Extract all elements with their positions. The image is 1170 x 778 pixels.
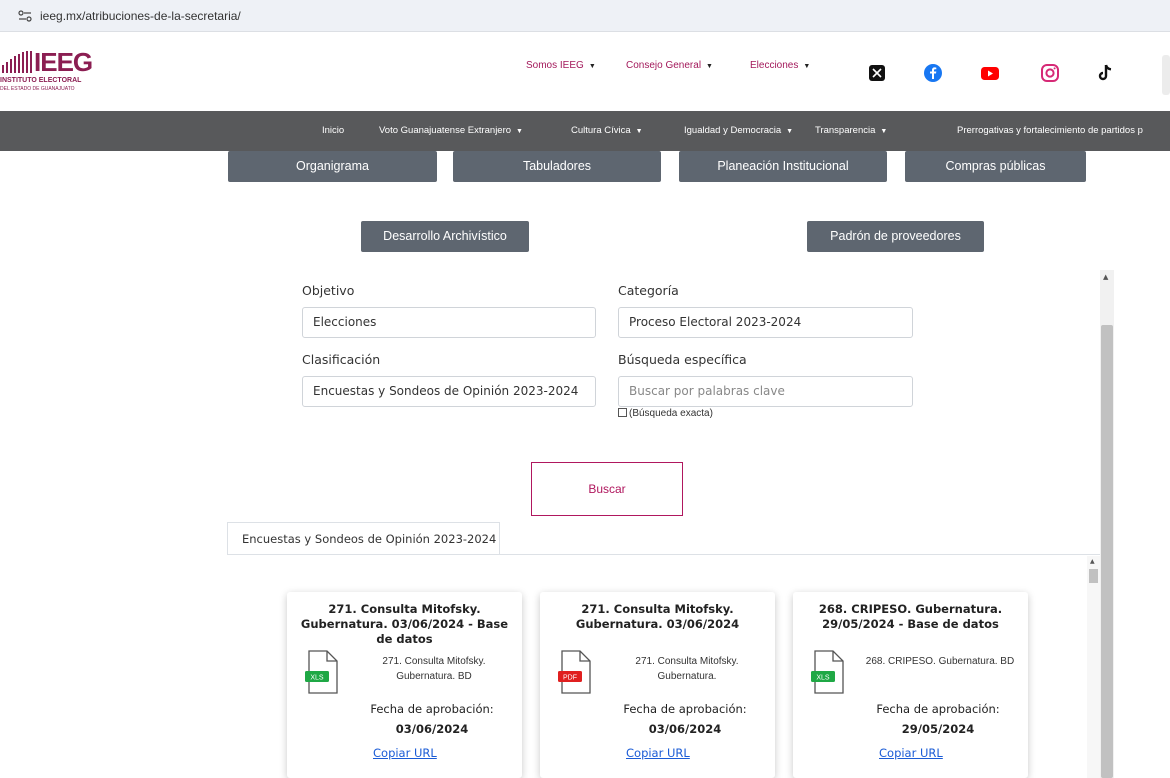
approval-label: Fecha de aprobación: (876, 702, 1000, 716)
approval-label: Fecha de aprobación: (623, 702, 747, 716)
approval-date: 03/06/2024 (648, 722, 722, 736)
scrollbar-thumb[interactable] (1089, 569, 1098, 583)
browser-address-bar[interactable]: ieeg.mx/atribuciones-de-la-secretaria/ (0, 0, 1170, 32)
topnav-somos-ieeg[interactable]: Somos IEEG ▼ (526, 60, 596, 71)
youtube-icon[interactable] (980, 63, 1000, 83)
url-text[interactable]: ieeg.mx/atribuciones-de-la-secretaria/ (40, 9, 241, 23)
nav-item-igualdad[interactable]: Igualdad y Democracia ▼ (684, 125, 793, 136)
keyword-search-input[interactable]: Buscar por palabras clave (618, 376, 913, 407)
scroll-up-icon[interactable]: ▲ (1103, 273, 1108, 281)
caret-down-icon: ▼ (635, 128, 643, 135)
nav-item-inicio[interactable]: Inicio (322, 125, 344, 136)
organigrama-button[interactable]: Organigrama (228, 151, 437, 182)
x-icon[interactable] (867, 63, 887, 83)
approval-date: 03/06/2024 (395, 722, 469, 736)
file-name: 271. Consulta Mitofsky. Gubernatura. (635, 656, 739, 682)
nav-label: Prerrogativas y fortalecimiento de parti… (957, 125, 1143, 136)
copy-url-link[interactable]: Copiar URL (373, 746, 437, 760)
topnav-consejo-general[interactable]: Consejo General ▼ (626, 60, 713, 71)
header-edge (1162, 55, 1170, 95)
copy-url-link[interactable]: Copiar URL (626, 746, 690, 760)
objetivo-label: Objetivo (302, 283, 355, 298)
nav-label: Inicio (322, 125, 345, 136)
clasificacion-select[interactable]: Encuestas y Sondeos de Opinión 2023-2024 (302, 376, 596, 407)
caret-down-icon: ▼ (588, 63, 596, 70)
instagram-icon[interactable] (1040, 63, 1060, 83)
desarrollo-archivistico-button[interactable]: Desarrollo Archivístico (361, 221, 529, 252)
topnav-label: Consejo General (626, 60, 702, 71)
compras-publicas-button[interactable]: Compras públicas (905, 151, 1086, 182)
result-card: 271. Consulta Mitofsky. Gubernatura. 03/… (287, 592, 522, 778)
nav-label: Transparencia (815, 125, 876, 136)
main-nav: Inicio Voto Guanajuatense Extranjero ▼ Cu… (0, 111, 1170, 151)
card-title: 271. Consulta Mitofsky. Gubernatura. 03/… (575, 602, 740, 631)
approval-label: Fecha de aprobación: (370, 702, 494, 716)
objetivo-select[interactable]: Elecciones (302, 307, 596, 338)
tab-divider (227, 554, 1100, 555)
exact-search-option[interactable]: (Búsqueda exacta) (618, 408, 713, 419)
file-type-label: XLS (816, 675, 830, 682)
nav-item-voto-extranjero[interactable]: Voto Guanajuatense Extranjero ▼ (379, 125, 523, 136)
file-name: 271. Consulta Mitofsky. Gubernatura. BD (382, 656, 486, 682)
caret-down-icon: ▼ (786, 128, 794, 135)
buscar-button[interactable]: Buscar (531, 462, 683, 516)
logo-text: IEEG (34, 47, 93, 77)
exact-search-checkbox[interactable] (618, 408, 627, 417)
site-settings-icon[interactable] (18, 10, 32, 22)
copy-url-link[interactable]: Copiar URL (879, 746, 943, 760)
categoria-label: Categoría (618, 283, 679, 298)
pdf-file-icon[interactable]: PDF (558, 650, 592, 694)
planeacion-button[interactable]: Planeación Institucional (679, 151, 887, 182)
file-type-label: PDF (563, 675, 577, 682)
site-header: IEEG INSTITUTO ELECTORAL DEL ESTADO DE G… (0, 33, 1170, 111)
topnav-label: Elecciones (750, 60, 799, 71)
ieeg-logo[interactable]: IEEG INSTITUTO ELECTORAL DEL ESTADO DE G… (0, 47, 130, 93)
nav-label: Cultura Cívica (571, 125, 631, 136)
card-title: 268. CRIPESO. Gubernatura. 29/05/2024 - … (818, 602, 1003, 631)
file-type-label: XLS (310, 675, 324, 682)
nav-label: Igualdad y Democracia (684, 125, 782, 136)
padron-proveedores-button[interactable]: Padrón de proveedores (807, 221, 984, 252)
scrollbar-thumb[interactable] (1101, 325, 1113, 778)
clasificacion-label: Clasificación (302, 352, 381, 367)
nav-item-cultura-civica[interactable]: Cultura Cívica ▼ (571, 125, 643, 136)
tab-encuestas-sondeos[interactable]: Encuestas y Sondeos de Opinión 2023-2024 (227, 522, 500, 555)
topnav-label: Somos IEEG (526, 60, 584, 71)
caret-down-icon: ▼ (803, 63, 811, 70)
results-scrollbar[interactable]: ▲ (1087, 556, 1100, 778)
approval-date: 29/05/2024 (901, 722, 975, 736)
facebook-icon[interactable] (923, 63, 943, 83)
file-name: 268. CRIPESO. Gubernatura. BD (865, 656, 1015, 667)
logo-bars-icon (2, 51, 32, 73)
caret-down-icon: ▼ (516, 128, 523, 135)
tiktok-icon[interactable] (1095, 63, 1115, 83)
nav-label: Voto Guanajuatense Extranjero (379, 125, 512, 136)
xls-file-icon[interactable]: XLS (811, 650, 845, 694)
page-scrollbar[interactable]: ▲ (1100, 270, 1114, 778)
scroll-up-icon[interactable]: ▲ (1090, 558, 1095, 565)
caret-down-icon: ▼ (880, 128, 888, 135)
xls-file-icon[interactable]: XLS (305, 650, 339, 694)
exact-search-label: (Búsqueda exacta) (629, 408, 713, 419)
caret-down-icon: ▼ (706, 63, 713, 70)
result-card: 271. Consulta Mitofsky. Gubernatura. 03/… (540, 592, 775, 778)
tabuladores-button[interactable]: Tabuladores (453, 151, 661, 182)
logo-subtitle-2: DEL ESTADO DE GUANAJUATO (0, 86, 75, 92)
busqueda-label: Búsqueda específica (618, 352, 747, 367)
card-title: 271. Consulta Mitofsky. Gubernatura. 03/… (300, 602, 509, 646)
nav-item-prerrogativas[interactable]: Prerrogativas y fortalecimiento de parti… (957, 125, 1143, 136)
logo-subtitle: INSTITUTO ELECTORAL (0, 77, 82, 84)
topnav-elecciones[interactable]: Elecciones ▼ (750, 60, 810, 71)
nav-item-transparencia[interactable]: Transparencia ▼ (815, 125, 887, 136)
categoria-select[interactable]: Proceso Electoral 2023-2024 (618, 307, 913, 338)
result-card: 268. CRIPESO. Gubernatura. 29/05/2024 - … (793, 592, 1028, 778)
